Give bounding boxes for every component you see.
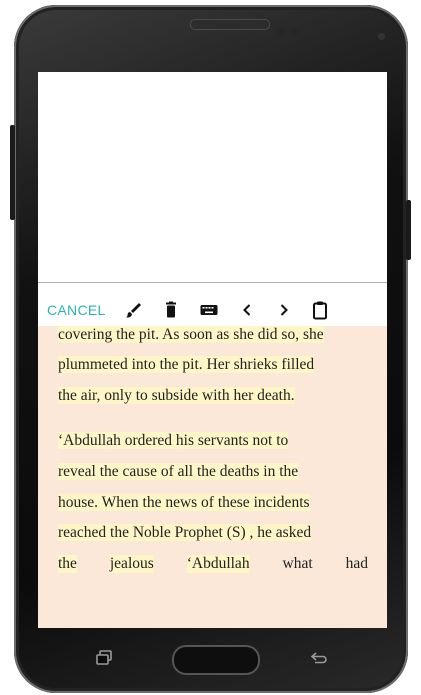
volume-button: [10, 125, 15, 220]
text-line: reached the Noble Prophet (S) , he asked: [58, 524, 312, 541]
text-line: the air, only to subside with her death.: [58, 387, 295, 404]
divider: [38, 282, 387, 283]
word: what: [282, 555, 313, 572]
delete-icon[interactable]: [161, 300, 181, 320]
word: had: [345, 555, 368, 572]
word: ‘Abdullah: [186, 555, 250, 573]
back-icon[interactable]: [308, 649, 330, 667]
front-camera: [378, 33, 385, 40]
text-line: house. When the news of these incidents: [58, 494, 310, 511]
reading-pane: covering the pit. As soon as she did so,…: [38, 326, 387, 628]
speaker-grille: [190, 19, 270, 30]
chevron-left-icon[interactable]: [237, 300, 257, 320]
cancel-button[interactable]: CANCEL: [47, 302, 106, 318]
power-button: [406, 200, 411, 260]
text-line: plummeted into the pit. Her shrieks fill…: [58, 356, 315, 373]
keyboard-icon[interactable]: [199, 300, 219, 320]
text-line: covering the pit. As soon as she did so,…: [58, 326, 324, 343]
chevron-right-icon[interactable]: [274, 300, 294, 320]
clipboard-icon[interactable]: [310, 300, 330, 320]
brush-icon[interactable]: [124, 300, 144, 320]
proximity-sensor: [276, 28, 284, 36]
text-line-justified: the jealous ‘Abdullah what had: [58, 555, 368, 573]
light-sensor: [291, 28, 299, 36]
recent-apps-icon[interactable]: [94, 649, 116, 667]
text-line: reveal the cause of all the deaths in th…: [58, 463, 299, 480]
selection-toolbar: CANCEL: [38, 296, 387, 326]
blank-area: [38, 72, 387, 282]
home-button[interactable]: [172, 645, 260, 675]
text-line: ‘Abdullah ordered his servants not to: [58, 432, 289, 449]
word: jealous: [109, 555, 154, 573]
word: the: [58, 555, 77, 573]
navigation-bar: [38, 628, 387, 686]
phone-screen: CANCEL covering the pit. As soon as she …: [38, 72, 387, 628]
